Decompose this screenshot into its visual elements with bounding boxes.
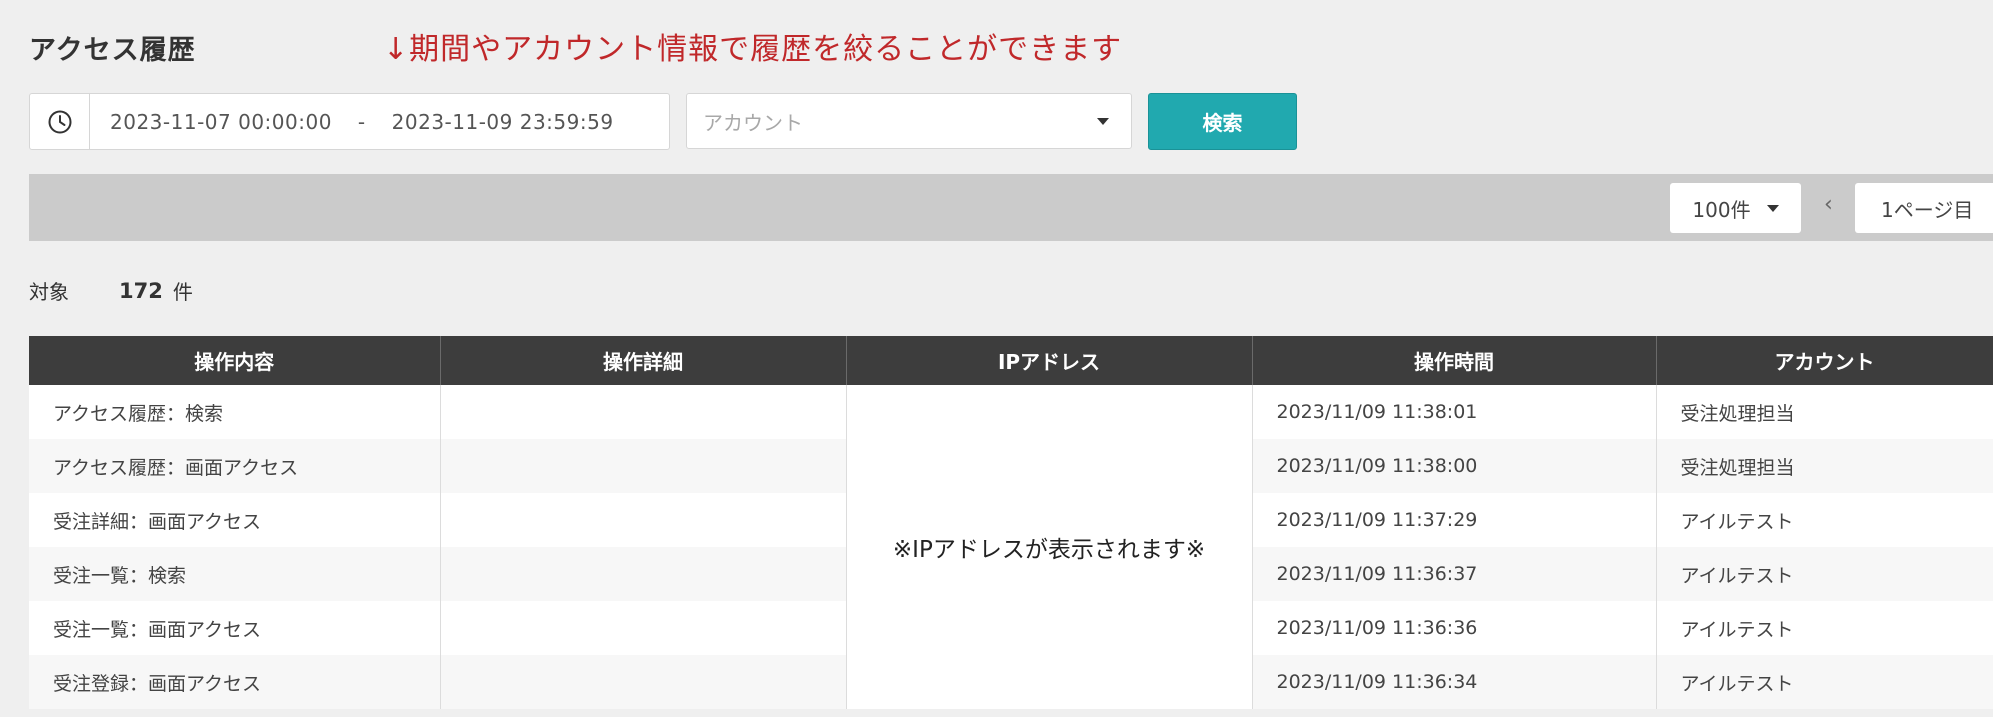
header-ip[interactable]: IPアドレス — [846, 336, 1253, 385]
date-separator: - — [357, 109, 366, 134]
cell-account: 受注処理担当 — [1656, 385, 1993, 439]
date-range-picker[interactable]: 2023-11-07 00:00:00 - 2023-11-09 23:59:5… — [29, 93, 670, 150]
per-page-select[interactable]: 100件 — [1670, 183, 1801, 233]
cell-detail — [440, 385, 847, 439]
date-to[interactable]: 2023-11-09 23:59:59 — [392, 110, 614, 134]
cell-account: 受注処理担当 — [1656, 439, 1993, 493]
cell-time: 2023/11/09 11:36:34 — [1252, 655, 1657, 709]
clock-icon[interactable] — [30, 94, 90, 149]
cell-account: アイルテスト — [1656, 547, 1993, 601]
access-history-table: 操作内容 操作詳細 IPアドレス 操作時間 アカウント アクセス履歴：検索 ※I… — [29, 336, 1993, 709]
chevron-down-icon — [1097, 117, 1109, 125]
account-select[interactable]: アカウント — [686, 93, 1132, 149]
cell-detail — [440, 655, 847, 709]
cell-action: 受注登録：画面アクセス — [29, 655, 441, 709]
page-select[interactable]: 1ページ目 — [1855, 183, 1993, 233]
cell-time: 2023/11/09 11:36:37 — [1252, 547, 1657, 601]
cell-detail — [440, 439, 847, 493]
per-page-label: 100件 — [1692, 197, 1751, 222]
header-detail[interactable]: 操作詳細 — [440, 336, 847, 385]
table-row[interactable]: アクセス履歴：検索 ※IPアドレスが表示されます※ 2023/11/09 11:… — [29, 385, 1993, 709]
count-value: 172 — [119, 278, 163, 303]
cell-action: 受注一覧：画面アクセス — [29, 601, 441, 655]
page-label: 1ページ目 — [1881, 197, 1974, 222]
header-action[interactable]: 操作内容 — [29, 336, 441, 385]
chevron-down-icon — [1766, 204, 1779, 212]
table-header-row: 操作内容 操作詳細 IPアドレス 操作時間 アカウント — [29, 336, 1993, 385]
page-title: アクセス履歴 — [29, 35, 196, 66]
prev-page-icon[interactable]: ‹ — [1824, 192, 1833, 217]
cell-time: 2023/11/09 11:37:29 — [1252, 493, 1657, 547]
cell-time: 2023/11/09 11:38:01 — [1252, 385, 1657, 439]
search-button[interactable]: 検索 — [1148, 93, 1297, 150]
count-unit: 件 — [172, 280, 193, 304]
account-placeholder: アカウント — [703, 110, 803, 135]
cell-action: 受注詳細：画面アクセス — [29, 493, 441, 547]
header-account[interactable]: アカウント — [1656, 336, 1993, 385]
header-time[interactable]: 操作時間 — [1252, 336, 1657, 385]
count-label: 対象 — [29, 280, 69, 304]
cell-detail — [440, 547, 847, 601]
annotation-note: ↓期間やアカウント情報で履歴を絞ることができます — [383, 32, 1123, 67]
cell-account: アイルテスト — [1656, 655, 1993, 709]
cell-ip-note: ※IPアドレスが表示されます※ — [846, 385, 1253, 709]
cell-detail — [440, 493, 847, 547]
cell-action: 受注一覧：検索 — [29, 547, 441, 601]
date-from[interactable]: 2023-11-07 00:00:00 — [110, 110, 332, 134]
cell-account: アイルテスト — [1656, 493, 1993, 547]
cell-account: アイルテスト — [1656, 601, 1993, 655]
cell-action: アクセス履歴：画面アクセス — [29, 439, 441, 493]
cell-time: 2023/11/09 11:38:00 — [1252, 439, 1657, 493]
result-count: 対象 172 件 — [29, 276, 193, 305]
cell-detail — [440, 601, 847, 655]
cell-time: 2023/11/09 11:36:36 — [1252, 601, 1657, 655]
cell-action: アクセス履歴：検索 — [29, 385, 441, 439]
